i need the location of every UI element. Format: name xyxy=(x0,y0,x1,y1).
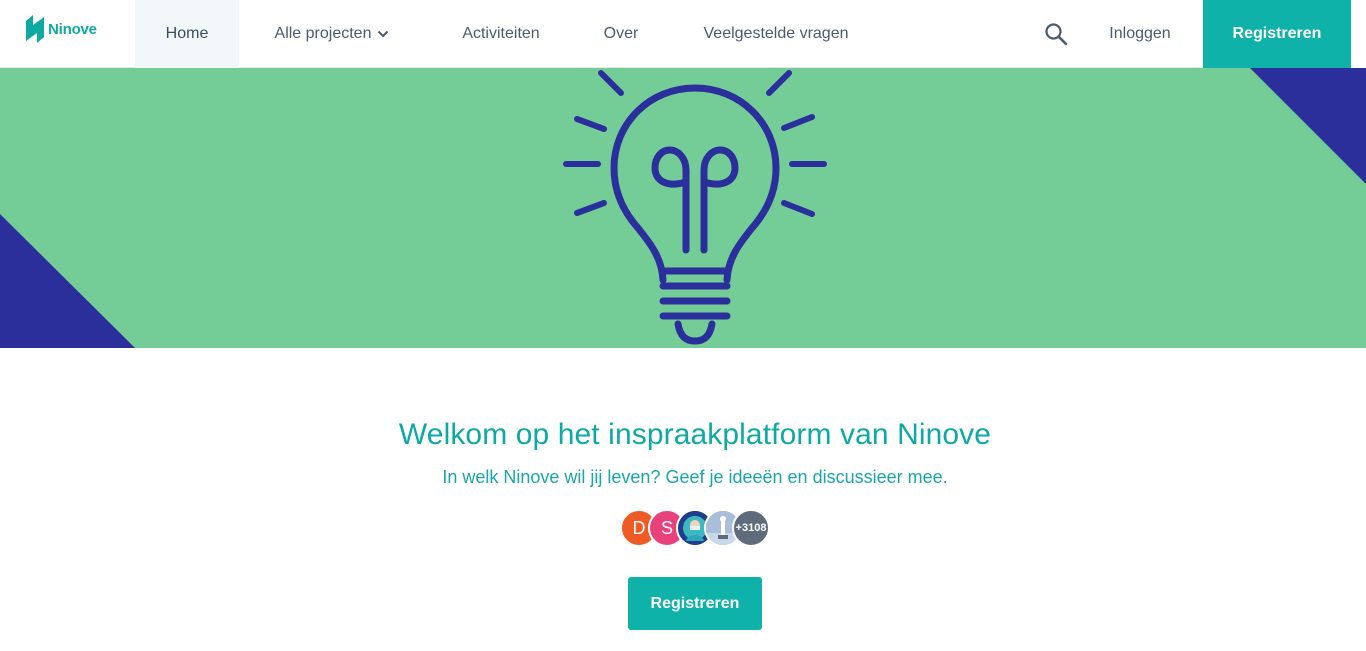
ninove-logo-mark xyxy=(26,15,44,43)
lightbulb-rays xyxy=(563,70,827,217)
lightbulb-icon xyxy=(610,84,780,345)
nav-home-label: Home xyxy=(165,25,209,42)
more-participants-count: +3108 xyxy=(732,509,770,547)
avatar-initial: S xyxy=(660,517,673,538)
banner-corner-right xyxy=(1250,68,1366,184)
nav-home[interactable]: Home xyxy=(135,0,239,68)
welcome-title: Welkom op het inspraakplatform van Ninov… xyxy=(398,418,992,451)
login-link[interactable]: Inloggen xyxy=(1094,0,1186,68)
participant-avatars: D S +3108 xyxy=(620,509,780,547)
chevron-down-icon xyxy=(378,30,389,38)
nav-about-label: Over xyxy=(603,25,639,42)
search-button[interactable] xyxy=(1036,14,1076,54)
top-navigation-bar: Ninove Home Alle projecten Activiteiten … xyxy=(0,0,1366,68)
banner-illustration xyxy=(0,68,1366,348)
nav-about[interactable]: Over xyxy=(588,0,654,68)
register-header-label: Registreren xyxy=(1232,25,1322,42)
hero-banner xyxy=(0,68,1366,348)
page-edge xyxy=(1351,0,1366,68)
search-icon xyxy=(1045,23,1068,46)
ninove-logo[interactable]: Ninove xyxy=(24,13,97,45)
banner-corner-left xyxy=(0,214,135,348)
register-button-label: Registreren xyxy=(650,594,740,612)
more-count-label: +3108 xyxy=(735,522,767,534)
logo-text: Ninove xyxy=(48,20,97,38)
nav-faq[interactable]: Veelgestelde vragen xyxy=(686,0,866,68)
nav-projects-label: Alle projecten xyxy=(274,25,372,42)
avatar-initial: D xyxy=(632,517,646,538)
welcome-subtitle: In welk Ninove wil jij leven? Geef je id… xyxy=(442,467,948,487)
nav-activities-label: Activiteiten xyxy=(462,25,540,42)
nav-faq-label: Veelgestelde vragen xyxy=(703,25,849,42)
nav-activities[interactable]: Activiteiten xyxy=(440,0,562,68)
login-label: Inloggen xyxy=(1109,25,1171,42)
register-header-button[interactable]: Registreren xyxy=(1203,0,1351,68)
register-button[interactable]: Registreren xyxy=(628,577,762,630)
nav-all-projects-dropdown[interactable]: Alle projecten xyxy=(262,0,402,68)
